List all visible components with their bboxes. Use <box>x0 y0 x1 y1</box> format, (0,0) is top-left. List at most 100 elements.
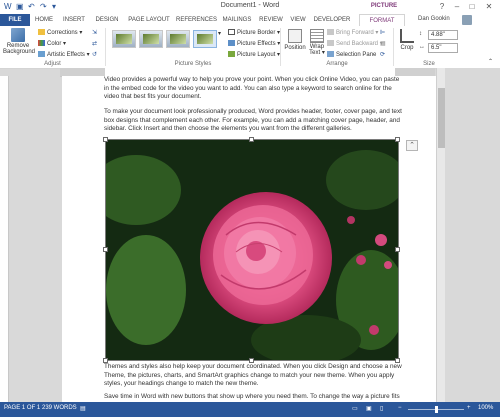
zoom-slider-knob[interactable] <box>435 406 438 413</box>
resize-handle[interactable] <box>103 247 108 252</box>
layout-options-icon: ⌃ <box>409 142 415 149</box>
gallery-more-icon[interactable]: ▾ <box>218 30 221 37</box>
resize-handle[interactable] <box>395 137 400 142</box>
tab-developer[interactable]: DEVELOPER <box>312 14 352 26</box>
reset-picture-icon[interactable]: ↺ <box>92 51 97 58</box>
picture-border-button[interactable]: Picture Border ▾ <box>228 29 280 36</box>
style-gallery-item[interactable] <box>139 30 163 48</box>
style-gallery-item[interactable] <box>112 30 136 48</box>
wrap-text-button[interactable]: Wrap Text ▾ <box>308 29 326 56</box>
print-layout-icon[interactable]: ▣ <box>366 405 372 412</box>
paragraph[interactable]: Themes and styles also help keep your do… <box>104 363 404 389</box>
word-count[interactable]: 239 WORDS <box>42 405 77 411</box>
help-button[interactable]: ? <box>437 1 447 12</box>
minimize-button[interactable]: – <box>452 1 462 12</box>
tab-design[interactable]: DESIGN <box>92 14 122 26</box>
layout-options-button[interactable]: ⌃ <box>406 140 418 151</box>
zoom-out-button[interactable]: − <box>398 405 402 411</box>
tab-insert[interactable]: INSERT <box>60 14 88 26</box>
bring-forward-icon <box>327 29 334 35</box>
adjust-group-label: Adjust <box>44 61 61 67</box>
send-backward-button[interactable]: Send Backward ▾ <box>327 40 383 47</box>
collapse-ribbon-icon[interactable]: ⌃ <box>488 58 493 65</box>
tab-view[interactable]: VIEW <box>288 14 308 26</box>
corrections-button[interactable]: Corrections ▾ <box>38 29 82 36</box>
style-gallery-item[interactable] <box>166 30 190 48</box>
position-icon <box>288 29 302 43</box>
crop-icon <box>400 29 414 43</box>
ribbon-tabs: FILE HOME INSERT DESIGN PAGE LAYOUT REFE… <box>0 14 500 27</box>
ruler-margin-left <box>60 68 105 76</box>
size-group-label: Size <box>423 61 435 67</box>
picture-layout-button[interactable]: Picture Layout ▾ <box>228 51 280 58</box>
send-backward-label: Send Backward ▾ <box>336 41 383 47</box>
height-input[interactable]: 4.88" <box>428 30 458 40</box>
restore-button[interactable]: □ <box>467 1 477 12</box>
picture-effects-button[interactable]: Picture Effects ▾ <box>228 40 280 47</box>
resize-handle[interactable] <box>395 247 400 252</box>
tab-references[interactable]: REFERENCES <box>176 14 217 26</box>
corrections-label: Corrections ▾ <box>47 30 83 36</box>
align-icon[interactable]: ⊫ <box>380 29 385 36</box>
picture-styles-group-label: Picture Styles <box>174 61 212 67</box>
picture-effects-icon <box>228 40 235 46</box>
rotate-icon[interactable]: ⟳ <box>380 51 385 58</box>
artistic-effects-icon <box>38 51 45 57</box>
remove-background-button[interactable]: Remove Background <box>3 28 36 55</box>
bring-forward-label: Bring Forward ▾ <box>336 30 379 36</box>
selection-pane-label: Selection Pane <box>336 52 377 58</box>
title-bar: W ▣ ↶ ↷ ▾ Document1 - Word PICTURE TOOLS… <box>0 0 500 22</box>
paragraph[interactable]: Video provides a powerful way to help yo… <box>104 76 404 102</box>
color-icon <box>38 40 45 46</box>
tab-mailings[interactable]: MAILINGS <box>220 14 254 26</box>
document-page[interactable]: Video provides a powerful way to help yo… <box>62 76 436 409</box>
paragraph[interactable]: To make your document look professionall… <box>104 108 404 134</box>
position-label: Position <box>284 45 306 51</box>
wrap-text-label: Wrap Text ▾ <box>309 44 325 56</box>
picture-border-icon <box>228 29 235 35</box>
color-button[interactable]: Color ▾ <box>38 40 66 47</box>
read-mode-icon[interactable]: ▭ <box>352 405 358 412</box>
selection-pane-button[interactable]: Selection Pane <box>327 51 376 58</box>
vertical-ruler[interactable] <box>0 76 9 402</box>
width-input[interactable]: 6.5" <box>428 43 458 53</box>
window-title: Document1 - Word <box>220 2 280 9</box>
picture-border-label: Picture Border ▾ <box>237 30 281 36</box>
tab-home[interactable]: HOME <box>32 14 56 26</box>
avatar[interactable] <box>462 15 472 25</box>
compress-pictures-icon[interactable]: ⇲ <box>92 29 97 36</box>
resize-handle[interactable] <box>103 137 108 142</box>
close-button[interactable]: ✕ <box>484 1 494 12</box>
zoom-in-button[interactable]: + <box>467 405 471 411</box>
corrections-icon <box>38 29 45 35</box>
artistic-effects-button[interactable]: Artistic Effects ▾ <box>38 51 90 58</box>
tab-page-layout[interactable]: PAGE LAYOUT <box>126 14 172 26</box>
user-name[interactable]: Dan Gookin <box>418 16 450 22</box>
bring-forward-button[interactable]: Bring Forward ▾ <box>327 29 378 36</box>
picture-layout-icon <box>228 51 235 57</box>
web-layout-icon[interactable]: ▯ <box>380 405 383 412</box>
style-gallery-item[interactable] <box>193 30 217 48</box>
workspace-gutter <box>445 68 500 402</box>
tab-review[interactable]: REVIEW <box>258 14 284 26</box>
crop-button[interactable]: Crop <box>397 29 417 51</box>
proofing-icon[interactable]: ▤ <box>80 405 86 412</box>
position-button[interactable]: Position <box>284 29 306 51</box>
artistic-effects-label: Artistic Effects ▾ <box>47 52 90 58</box>
page-count[interactable]: PAGE 1 OF 1 <box>4 405 40 411</box>
crop-label: Crop <box>400 45 414 51</box>
zoom-level[interactable]: 100% <box>478 405 493 411</box>
scroll-thumb[interactable] <box>438 88 445 148</box>
selection-pane-icon <box>327 51 334 57</box>
tab-file[interactable]: FILE <box>0 14 30 26</box>
send-backward-icon <box>327 40 334 46</box>
width-icon: ↔ <box>419 44 425 50</box>
remove-background-label: Remove Background <box>3 43 36 55</box>
camellia-picture-graphic <box>106 140 398 360</box>
camellia-picture[interactable] <box>105 139 399 361</box>
group-icon[interactable]: ▦ <box>380 40 386 47</box>
resize-handle[interactable] <box>249 137 254 142</box>
remove-background-icon <box>11 28 25 42</box>
change-picture-icon[interactable]: ⇄ <box>92 40 97 47</box>
wrap-text-icon <box>310 29 324 43</box>
